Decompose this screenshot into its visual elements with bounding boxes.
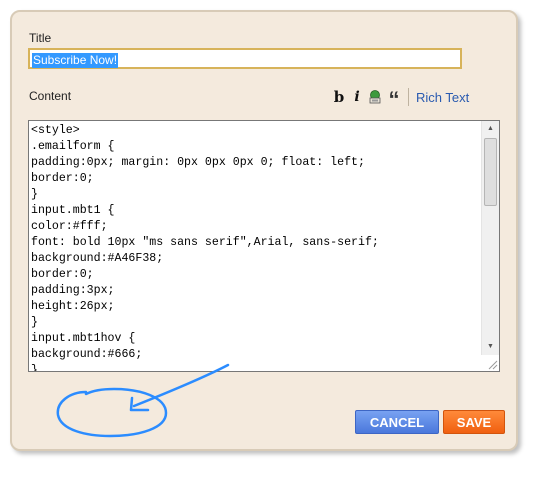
hand-drawn-annotation-icon — [56, 363, 230, 438]
